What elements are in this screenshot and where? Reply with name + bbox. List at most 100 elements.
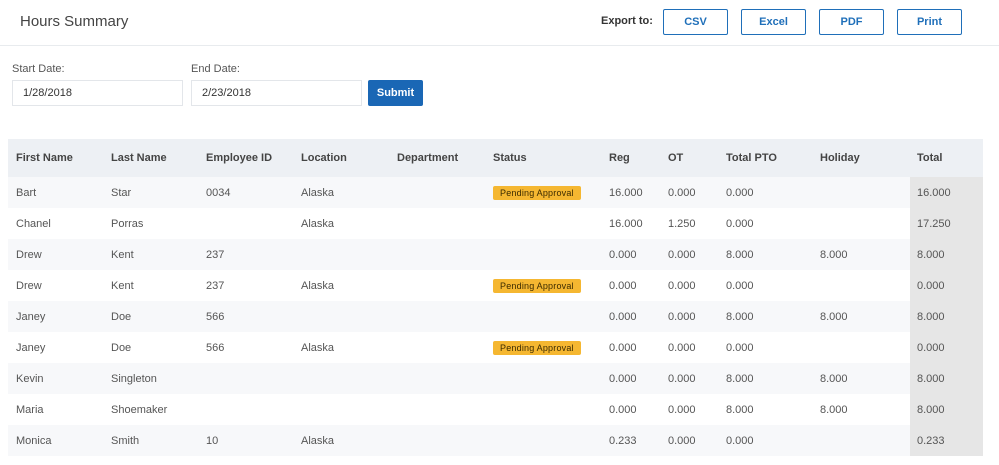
cell-reg: 0.000 bbox=[609, 403, 637, 416]
cell-total-pto: 8.000 bbox=[726, 372, 754, 385]
start-date-label: Start Date: bbox=[12, 63, 65, 75]
status-badge: Pending Approval bbox=[493, 185, 581, 200]
column-header-status[interactable]: Status bbox=[493, 139, 527, 177]
cell-first-name: Janey bbox=[16, 341, 46, 354]
cell-ot: 0.000 bbox=[668, 248, 696, 261]
table-row: Drew Kent 237 0.000 0.000 8.000 8.000 8.000 bbox=[8, 239, 983, 270]
cell-holiday: 8.000 bbox=[820, 248, 848, 261]
cell-last-name: Porras bbox=[111, 217, 144, 230]
cell-holiday: 8.000 bbox=[820, 372, 848, 385]
cell-last-name: Star bbox=[111, 186, 132, 199]
cell-first-name: Janey bbox=[16, 310, 46, 323]
cell-total-pto: 0.000 bbox=[726, 341, 754, 354]
cell-status: Pending Approval bbox=[493, 177, 581, 208]
cell-last-name: Doe bbox=[111, 310, 132, 323]
cell-ot: 0.000 bbox=[668, 403, 696, 416]
export-csv-button[interactable]: CSV bbox=[663, 9, 728, 35]
cell-total-pto: 8.000 bbox=[726, 403, 754, 416]
column-header-employee-id[interactable]: Employee ID bbox=[206, 139, 272, 177]
cell-first-name: Kevin bbox=[16, 372, 44, 385]
cell-employee-id: 566 bbox=[206, 310, 225, 323]
column-header-ot[interactable]: OT bbox=[668, 139, 683, 177]
cell-reg: 0.000 bbox=[609, 310, 637, 323]
table-row: Kevin Singleton 0.000 0.000 8.000 8.000 8.000 bbox=[8, 363, 983, 394]
cell-last-name: Kent bbox=[111, 248, 134, 261]
column-header-total-pto[interactable]: Total PTO bbox=[726, 139, 777, 177]
cell-total: 16.000 bbox=[910, 177, 983, 208]
page-header: Hours Summary Export to: CSV Excel PDF P… bbox=[0, 0, 999, 46]
column-header-reg[interactable]: Reg bbox=[609, 139, 630, 177]
print-button[interactable]: Print bbox=[897, 9, 962, 35]
table-row: Bart Star 0034 Alaska Pending Approval 16.000… bbox=[8, 177, 983, 208]
hours-table: First Name Last Name Employee ID Location De… bbox=[8, 139, 983, 456]
cell-first-name: Chanel bbox=[16, 217, 51, 230]
cell-reg: 16.000 bbox=[609, 217, 643, 230]
cell-total: 8.000 bbox=[910, 363, 983, 394]
table-row: Monica Smith 10 Alaska 0.233 0.000 0.000 0.233 bbox=[8, 425, 983, 456]
cell-total-pto: 0.000 bbox=[726, 186, 754, 199]
cell-employee-id: 10 bbox=[206, 434, 219, 447]
cell-total-pto: 0.000 bbox=[726, 217, 754, 230]
cell-last-name: Kent bbox=[111, 279, 134, 292]
cell-last-name: Shoemaker bbox=[111, 403, 168, 416]
cell-total-pto: 8.000 bbox=[726, 310, 754, 323]
cell-holiday: 8.000 bbox=[820, 310, 848, 323]
cell-first-name: Bart bbox=[16, 186, 37, 199]
cell-status: Pending Approval bbox=[493, 332, 581, 363]
cell-status: Pending Approval bbox=[493, 270, 581, 301]
column-header-department[interactable]: Department bbox=[397, 139, 458, 177]
cell-ot: 0.000 bbox=[668, 279, 696, 292]
table-body: Bart Star 0034 Alaska Pending Approval 16.000… bbox=[8, 177, 983, 456]
cell-first-name: Drew bbox=[16, 279, 42, 292]
cell-ot: 0.000 bbox=[668, 310, 696, 323]
cell-reg: 0.233 bbox=[609, 434, 637, 447]
end-date-label: End Date: bbox=[191, 63, 240, 75]
cell-last-name: Singleton bbox=[111, 372, 157, 385]
cell-total-pto: 0.000 bbox=[726, 434, 754, 447]
submit-button[interactable]: Submit bbox=[368, 80, 423, 106]
export-label: Export to: bbox=[601, 15, 653, 27]
cell-reg: 0.000 bbox=[609, 341, 637, 354]
cell-first-name: Drew bbox=[16, 248, 42, 261]
column-header-total[interactable]: Total bbox=[910, 139, 983, 177]
cell-first-name: Maria bbox=[16, 403, 44, 416]
cell-ot: 0.000 bbox=[668, 434, 696, 447]
cell-reg: 0.000 bbox=[609, 372, 637, 385]
column-header-last-name[interactable]: Last Name bbox=[111, 139, 167, 177]
cell-employee-id: 237 bbox=[206, 248, 225, 261]
table-row: Janey Doe 566 0.000 0.000 8.000 8.000 8.000 bbox=[8, 301, 983, 332]
table-row: Chanel Porras Alaska 16.000 1.250 0.000 17.250 bbox=[8, 208, 983, 239]
cell-first-name: Monica bbox=[16, 434, 52, 447]
cell-ot: 0.000 bbox=[668, 186, 696, 199]
end-date-input[interactable] bbox=[191, 80, 362, 106]
cell-total: 17.250 bbox=[910, 208, 983, 239]
cell-location: Alaska bbox=[301, 279, 335, 292]
table-row: Drew Kent 237 Alaska Pending Approval 0.000 0.… bbox=[8, 270, 983, 301]
column-header-holiday[interactable]: Holiday bbox=[820, 139, 860, 177]
cell-total: 0.000 bbox=[910, 270, 983, 301]
cell-ot: 0.000 bbox=[668, 372, 696, 385]
cell-total: 0.000 bbox=[910, 332, 983, 363]
cell-employee-id: 566 bbox=[206, 341, 225, 354]
cell-last-name: Doe bbox=[111, 341, 132, 354]
page-title: Hours Summary bbox=[20, 13, 129, 30]
start-date-input[interactable] bbox=[12, 80, 183, 106]
cell-last-name: Smith bbox=[111, 434, 140, 447]
cell-total-pto: 0.000 bbox=[726, 279, 754, 292]
cell-ot: 0.000 bbox=[668, 341, 696, 354]
cell-reg: 0.000 bbox=[609, 248, 637, 261]
table-header-row: First Name Last Name Employee ID Location De… bbox=[8, 139, 983, 177]
status-badge: Pending Approval bbox=[493, 278, 581, 293]
export-pdf-button[interactable]: PDF bbox=[819, 9, 884, 35]
cell-total: 8.000 bbox=[910, 394, 983, 425]
export-excel-button[interactable]: Excel bbox=[741, 9, 806, 35]
cell-employee-id: 237 bbox=[206, 279, 225, 292]
cell-location: Alaska bbox=[301, 186, 335, 199]
column-header-location[interactable]: Location bbox=[301, 139, 347, 177]
cell-ot: 1.250 bbox=[668, 217, 696, 230]
column-header-first-name[interactable]: First Name bbox=[16, 139, 73, 177]
cell-employee-id: 0034 bbox=[206, 186, 231, 199]
cell-holiday: 8.000 bbox=[820, 403, 848, 416]
cell-location: Alaska bbox=[301, 217, 335, 230]
table-row: Janey Doe 566 Alaska Pending Approval 0.000 0.… bbox=[8, 332, 983, 363]
